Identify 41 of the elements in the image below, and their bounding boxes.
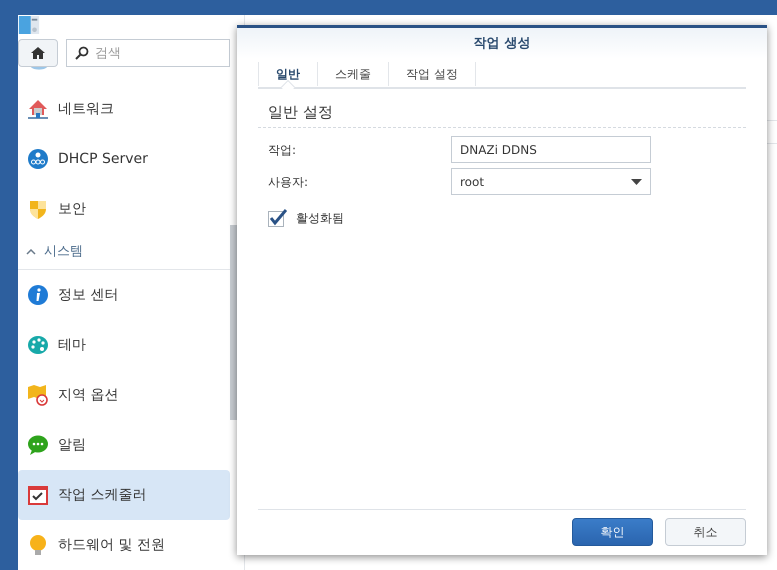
shield-icon [27, 198, 49, 220]
sidebar-item[interactable]: 정보 센터 [18, 270, 230, 320]
sidebar-item[interactable]: 지역 옵션 [18, 370, 230, 420]
tab[interactable]: 작업 설정 [389, 62, 476, 86]
dialog-title: 작업 생성 [474, 34, 530, 53]
sidebar-item[interactable]: 네트워크 [18, 84, 230, 134]
tab[interactable]: 스케줄 [318, 62, 389, 86]
tab[interactable]: 일반 [258, 62, 318, 86]
checkbox-label: 활성화됨 [296, 210, 344, 226]
calendar-check-icon [27, 484, 49, 506]
palette-icon [27, 334, 49, 356]
text-field[interactable]: DNAZi DDNS [451, 136, 651, 163]
home-button[interactable] [18, 39, 58, 68]
control-panel-icon [18, 16, 40, 34]
caret-icon [631, 178, 642, 184]
confirm-button[interactable]: 확인 [572, 518, 653, 546]
cancel-button[interactable]: 취소 [665, 518, 746, 546]
map-clock-icon [27, 384, 49, 406]
section-header: 시스템 [44, 242, 83, 261]
field-label: 작업: [268, 142, 298, 158]
section-title: 일반 설정 [268, 103, 333, 121]
checkbox[interactable] [268, 208, 287, 227]
sidebar-item[interactable]: 보안 [18, 184, 230, 234]
network-nodes-icon [27, 148, 49, 170]
scrollbar[interactable] [230, 225, 237, 420]
chevron-up-icon[interactable] [26, 248, 36, 254]
dropdown[interactable]: root [451, 168, 651, 195]
sidebar-item[interactable]: DHCP Server [18, 134, 230, 184]
partial-icon [28, 67, 50, 72]
home-icon [31, 46, 45, 60]
field-label: 사용자: [268, 174, 310, 190]
sidebar-item[interactable]: 하드웨어 및 전원 [18, 520, 230, 570]
house-icon [27, 98, 49, 120]
search-icon [75, 46, 89, 60]
sidebar-item[interactable]: 작업 스케줄러 [18, 470, 230, 520]
sidebar-item[interactable]: 알림 [18, 420, 230, 470]
light-bulb-icon [27, 534, 49, 556]
sidebar-item[interactable]: 테마 [18, 320, 230, 370]
search-field[interactable]: 검색 [66, 39, 230, 68]
info-icon [27, 284, 49, 306]
chat-bubble-icon [27, 434, 49, 456]
